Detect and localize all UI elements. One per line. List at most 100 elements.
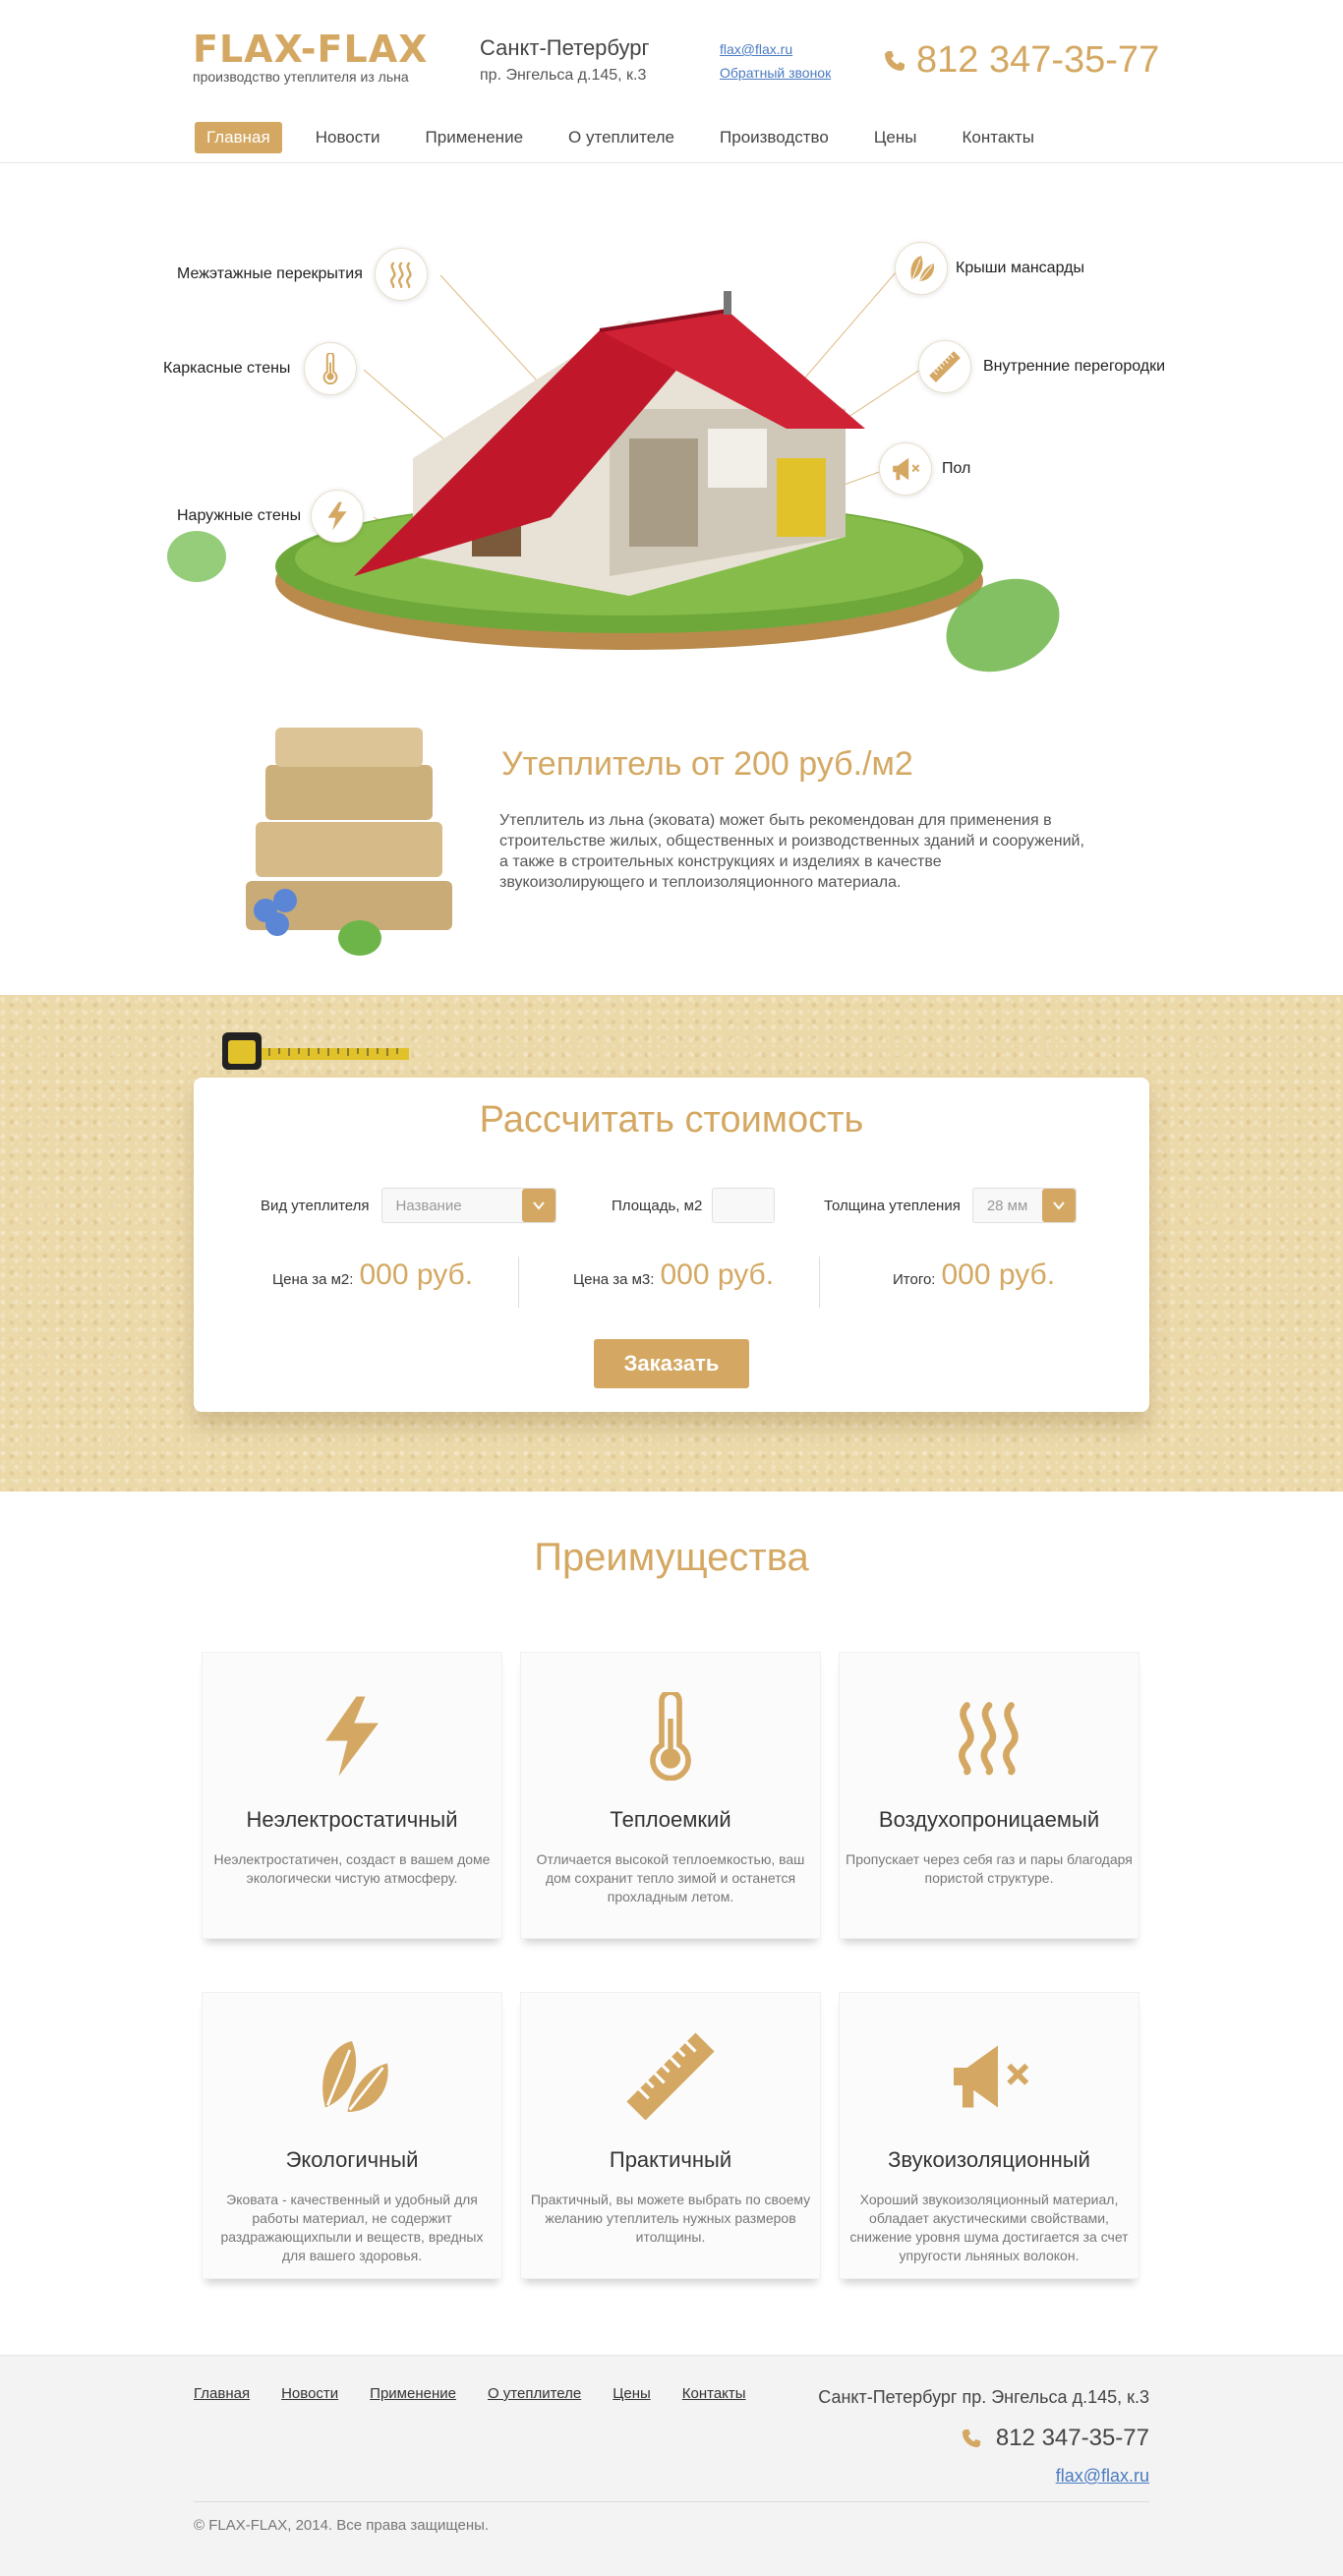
tape-measure-image [222, 1032, 409, 1070]
callout-floor-label: Пол [942, 460, 971, 477]
nav-item-home[interactable]: Главная [195, 122, 282, 153]
advantages-title: Преимущества [534, 1536, 809, 1579]
price-m3-value: 000 руб. [660, 1259, 775, 1291]
footer-link-home[interactable]: Главная [194, 2385, 250, 2402]
header-phone-number: 812 347-35-77 [916, 39, 1160, 81]
header-phone: 812 347-35-77 [883, 39, 1159, 82]
house-illustration [167, 270, 1060, 673]
callout-roofs-label: Крыши мансарды [956, 260, 1084, 276]
nav-item-news[interactable]: Новости [304, 122, 392, 153]
chevron-down-icon[interactable] [1041, 1189, 1076, 1222]
advantage-title: Звукоизоляционный [888, 2147, 1090, 2172]
thickness-select[interactable]: 28 мм [971, 1188, 1077, 1223]
nav-item-production[interactable]: Производство [708, 122, 841, 153]
area-group: Площадь, м2 [612, 1188, 776, 1223]
megaphone-mute-icon[interactable] [879, 442, 932, 496]
insulation-type-select[interactable]: Название [380, 1188, 556, 1223]
nav-item-application[interactable]: Применение [414, 122, 536, 153]
advantage-title: Экологичный [285, 2147, 419, 2172]
advantage-text: Неэлектростатичен, создаст в вашем доме … [213, 1851, 491, 1886]
phone-icon [883, 49, 906, 73]
advantage-text: Эковата - качественный и удобный для раб… [220, 2192, 484, 2263]
footer-phone-number: 812 347-35-77 [995, 2425, 1149, 2451]
leaf-icon[interactable] [895, 242, 948, 295]
insulation-type-label: Вид утеплителя [261, 1197, 370, 1214]
area-label: Площадь, м2 [612, 1197, 703, 1214]
callout-partitions: Внутренние перегородки [918, 340, 1165, 393]
air-waves-icon[interactable] [374, 248, 428, 301]
footer-link-about[interactable]: О утеплителе [488, 2385, 581, 2402]
product-description: Утеплитель из льна (эковата) может быть … [499, 812, 1084, 891]
advantage-text: Отличается высокой теплоемкостью, ваш до… [536, 1851, 805, 1904]
ruler-icon [626, 2032, 715, 2121]
calculator-section: Рассчитать стоимость Вид утеплителя Назв… [0, 995, 1343, 1492]
lightning-icon[interactable] [311, 490, 365, 543]
price-per-m3: Цена за м3: 000 руб. [573, 1259, 774, 1292]
nav-item-contacts[interactable]: Контакты [951, 122, 1046, 153]
footer-link-contacts[interactable]: Контакты [682, 2385, 746, 2402]
logo-name: FLAX-FLAX [193, 28, 429, 71]
price-m3-label: Цена за м3: [573, 1271, 655, 1288]
phone-icon [961, 2428, 982, 2449]
divider [819, 1257, 820, 1308]
price-m2-value: 000 руб. [359, 1259, 474, 1291]
megaphone-mute-icon [945, 2032, 1033, 2121]
price-per-m2: Цена за м2: 000 руб. [272, 1259, 473, 1292]
advantage-card: Воздухопроницаемый Пропускает через себя… [839, 1652, 1139, 1939]
advantage-title: Воздухопроницаемый [878, 1807, 1100, 1832]
advantage-title: Практичный [609, 2147, 732, 2172]
advantage-card: Звукоизоляционный Хороший звукоизоляцион… [839, 1992, 1139, 2279]
nav-item-about[interactable]: О утеплителе [556, 122, 686, 153]
divider [194, 2501, 1149, 2502]
header-contact-links: flax@flax.ru Обратный звонок [720, 41, 831, 88]
product-section: Утеплитель от 200 руб./м2 Утеплитель из … [0, 694, 1343, 995]
header-address: Санкт-Петербург пр. Энгельса д.145, к.3 [480, 35, 650, 85]
total-value: 000 руб. [941, 1259, 1056, 1291]
advantage-card: Теплоемкий Отличается высокой теплоемкос… [520, 1652, 821, 1939]
main-nav: Главная Новости Применение О утеплителе … [195, 122, 1068, 153]
total-label: Итого: [893, 1271, 936, 1288]
nav-item-prices[interactable]: Цены [862, 122, 929, 153]
logo[interactable]: FLAX-FLAX производство утеплителя из льн… [193, 28, 428, 85]
order-button[interactable]: Заказать [594, 1339, 749, 1388]
advantage-text: Хороший звукоизоляционный материал, обла… [849, 2192, 1129, 2263]
lightning-icon [308, 1692, 396, 1781]
footer-address: Санкт-Петербург пр. Энгельса д.145, к.3 [818, 2387, 1149, 2407]
advantage-title: Неэлектростатичный [246, 1807, 458, 1832]
insulation-type-group: Вид утеплителя Название [261, 1188, 556, 1223]
thickness-group: Толщина утепления 28 мм [824, 1188, 1077, 1223]
footer-phone: 812 347-35-77 [961, 2425, 1149, 2452]
footer-link-prices[interactable]: Цены [613, 2385, 651, 2402]
price-total: Итого: 000 руб. [893, 1259, 1055, 1292]
advantage-card: Практичный Практичный, вы можете выбрать… [520, 1992, 821, 2279]
footer-email-link[interactable]: flax@flax.ru [1056, 2466, 1149, 2487]
divider [518, 1257, 519, 1308]
callout-partitions-label: Внутренние перегородки [983, 358, 1166, 375]
copyright: © FLAX-FLAX, 2014. Все права защищены. [194, 2517, 490, 2534]
header-email-link[interactable]: flax@flax.ru [720, 41, 831, 57]
ruler-icon[interactable] [918, 340, 971, 393]
callout-frame-walls-label: Каркасные стены [163, 360, 291, 377]
leaf-icon [308, 2032, 396, 2121]
thermometer-icon [626, 1692, 715, 1781]
price-m2-label: Цена за м2: [272, 1271, 354, 1288]
footer-nav: Главная Новости Применение О утеплителе … [194, 2385, 778, 2402]
advantage-text: Практичный, вы можете выбрать по своему … [530, 2192, 811, 2245]
advantage-card: Экологичный Эковата - качественный и удо… [202, 1992, 502, 2279]
callout-floors-label: Межэтажные перекрытия [177, 265, 363, 282]
calculator-title: Рассчитать стоимость [479, 1099, 864, 1141]
header-city: Санкт-Петербург [480, 35, 650, 60]
advantage-card: Неэлектростатичный Неэлектростатичен, со… [202, 1652, 502, 1939]
callout-roofs: Крыши мансарды [895, 242, 1084, 295]
thermometer-icon[interactable] [304, 342, 358, 395]
footer-link-news[interactable]: Новости [281, 2385, 338, 2402]
thickness-label: Толщина утепления [824, 1197, 961, 1214]
site-header: FLAX-FLAX производство утеплителя из льн… [0, 0, 1343, 163]
advantage-text: Пропускает через себя газ и пары благода… [846, 1851, 1133, 1886]
chevron-down-icon[interactable] [521, 1189, 555, 1222]
callback-link[interactable]: Обратный звонок [720, 65, 831, 81]
area-input[interactable] [712, 1188, 776, 1223]
footer-link-application[interactable]: Применение [370, 2385, 456, 2402]
air-waves-icon [945, 1692, 1033, 1781]
product-title: Утеплитель от 200 руб./м2 [501, 745, 913, 783]
